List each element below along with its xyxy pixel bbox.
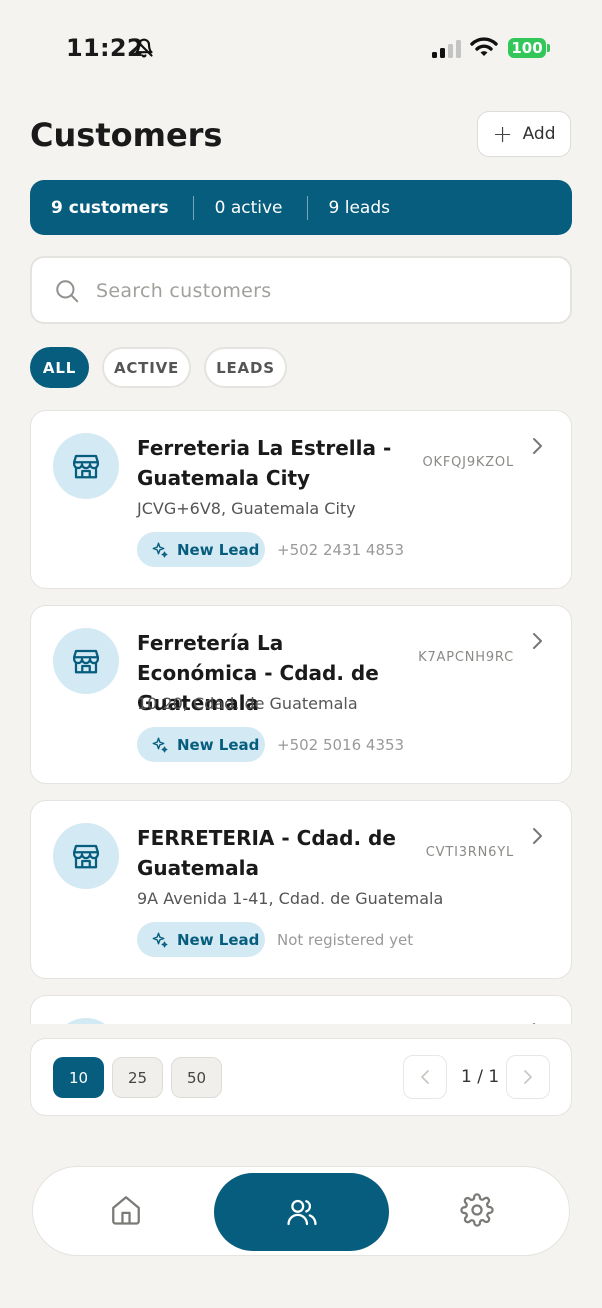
customer-avatar — [53, 823, 119, 889]
add-customer-button[interactable]: + Add — [477, 111, 571, 157]
customer-name: FERRETERIA - Cdad. de Guatemala — [137, 826, 396, 880]
customer-phone: +502 5016 4353 — [277, 736, 405, 754]
signal-icon — [432, 40, 461, 58]
sparkles-icon — [152, 542, 168, 557]
chevron-right-icon — [533, 1023, 536, 1024]
customer-phone: Not registered yet — [277, 931, 414, 949]
bell-muted-icon — [135, 38, 153, 58]
stat-active: 0 active — [214, 197, 283, 218]
search-input[interactable]: Search customers — [30, 256, 572, 324]
status-badge: New Lead — [137, 532, 265, 567]
chevron-left-icon — [421, 1070, 429, 1084]
customer-address: JCVG+6V8, Guatemala City — [137, 499, 356, 518]
page-size-25[interactable]: 25 — [112, 1057, 163, 1098]
page-title: Customers — [30, 116, 223, 154]
badge-label: New Lead — [177, 540, 260, 559]
page-size-10[interactable]: 10 — [53, 1057, 104, 1098]
customer-list[interactable]: Ferreteria La Estrella - Guatemala City … — [30, 410, 572, 1024]
customer-name: Ferreteria La Estrella - Guatemala City — [137, 436, 392, 490]
customer-avatar — [53, 433, 119, 499]
home-icon[interactable] — [109, 1193, 143, 1227]
customer-code: CVTI3RN6YL — [425, 845, 514, 860]
status-badge: New Lead — [137, 727, 265, 762]
bottom-navigation — [32, 1166, 570, 1256]
customer-code: OKFQJ9KZOL — [422, 455, 514, 470]
prev-page-button[interactable] — [403, 1055, 447, 1099]
status-time: 11:22 — [66, 34, 144, 62]
chevron-right-icon — [533, 438, 542, 454]
filter-active[interactable]: ACTIVE — [102, 347, 191, 388]
chevron-right-icon — [533, 828, 542, 844]
gear-icon[interactable] — [460, 1193, 494, 1227]
badge-label: New Lead — [177, 735, 260, 754]
page-size-50[interactable]: 50 — [171, 1057, 222, 1098]
next-page-button[interactable] — [506, 1055, 550, 1099]
filter-leads[interactable]: LEADS — [204, 347, 287, 388]
customer-avatar — [53, 628, 119, 694]
status-badge: New Lead — [137, 922, 265, 957]
badge-label: New Lead — [177, 930, 260, 949]
pagination-bar: 10 25 50 1 / 1 — [30, 1038, 572, 1116]
nav-customers-button[interactable] — [214, 1173, 389, 1251]
stat-customers: 9 customers — [51, 197, 169, 218]
customer-phone: +502 2431 4853 — [277, 541, 405, 559]
customer-address: 10 20, Cdad. de Guatemala — [137, 694, 358, 713]
store-icon — [73, 844, 99, 869]
stat-leads: 9 leads — [328, 197, 390, 218]
battery-indicator: 100 — [508, 38, 546, 58]
sparkles-icon — [152, 932, 168, 947]
stats-banner: 9 customers 0 active 9 leads — [30, 180, 572, 235]
store-icon — [73, 454, 99, 479]
page-indicator: 1 / 1 — [461, 1067, 500, 1087]
plus-icon: + — [492, 120, 513, 148]
wifi-icon — [470, 37, 498, 56]
search-placeholder: Search customers — [96, 280, 272, 302]
customer-card-partial[interactable] — [30, 995, 572, 1024]
customer-card[interactable]: Ferretería La Económica - Cdad. de Guate… — [30, 605, 572, 784]
store-icon — [73, 649, 99, 674]
customer-address: 9A Avenida 1-41, Cdad. de Guatemala — [137, 889, 444, 908]
filter-all[interactable]: ALL — [30, 347, 89, 388]
sparkles-icon — [152, 737, 168, 752]
users-icon — [286, 1199, 317, 1226]
chevron-right-icon — [524, 1070, 532, 1084]
customer-card[interactable]: FERRETERIA - Cdad. de Guatemala CVTI3RN6… — [30, 800, 572, 979]
search-icon — [56, 280, 79, 303]
battery-tip — [547, 44, 550, 52]
add-button-label: Add — [522, 124, 556, 144]
customer-code: K7APCNH9RC — [418, 650, 514, 665]
chevron-right-icon — [533, 633, 542, 649]
customer-card[interactable]: Ferreteria La Estrella - Guatemala City … — [30, 410, 572, 589]
customer-avatar — [53, 1018, 119, 1024]
